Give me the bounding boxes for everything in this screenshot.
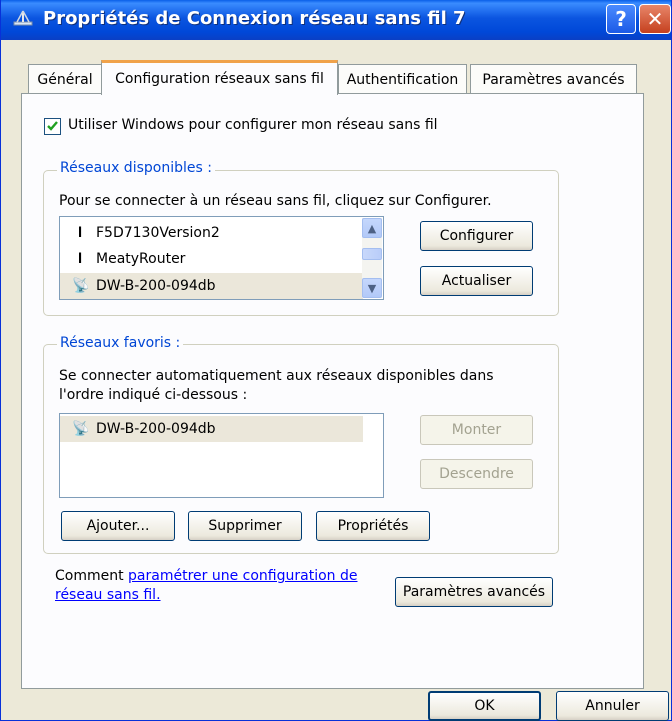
window-title: Propriétés de Connexion réseau sans fil …: [43, 8, 466, 29]
close-button[interactable]: ✕: [639, 4, 671, 34]
preferred-description-line2: l'ordre indiqué ci-dessous :: [59, 387, 248, 403]
list-item-selected[interactable]: 📡 DW-B-200-094db: [60, 273, 363, 299]
wireless-signal-icon: 📡: [72, 278, 90, 294]
ok-button[interactable]: OK: [428, 691, 541, 721]
title-bar[interactable]: Propriétés de Connexion réseau sans fil …: [1, 0, 671, 40]
help-link[interactable]: paramétrer une configuration de: [128, 568, 357, 584]
scrollbar-thumb[interactable]: [362, 248, 382, 260]
tab-authentication[interactable]: Authentification: [338, 64, 467, 94]
available-networks-description: Pour se connecter à un réseau sans fil, …: [59, 193, 492, 209]
advanced-settings-button[interactable]: Paramètres avancés: [395, 577, 553, 607]
move-down-button[interactable]: Descendre: [420, 459, 533, 489]
network-properties-button[interactable]: Propriétés: [316, 511, 430, 541]
move-up-button[interactable]: Monter: [420, 415, 533, 445]
help-button[interactable]: ?: [606, 4, 636, 34]
cancel-button[interactable]: Annuler: [556, 691, 669, 721]
scroll-up-button[interactable]: ▲: [362, 218, 382, 238]
use-windows-checkbox[interactable]: [44, 118, 61, 135]
network-name: F5D7130Version2: [96, 225, 220, 241]
tab-wireless-networks[interactable]: Configuration réseaux sans fil: [101, 60, 338, 95]
scrollbar[interactable]: ▲ ▼: [362, 218, 382, 298]
network-name: MeatyRouter: [96, 251, 186, 267]
list-item[interactable]: 𝚰 MeatyRouter: [60, 246, 363, 272]
available-networks-legend: Réseaux disponibles :: [57, 160, 215, 176]
available-networks-list[interactable]: 𝚰 F5D7130Version2 𝚰 MeatyRouter 📡 DW-B-2…: [59, 216, 384, 300]
properties-dialog: Propriétés de Connexion réseau sans fil …: [0, 0, 672, 721]
add-network-button[interactable]: Ajouter...: [61, 511, 175, 541]
network-name: DW-B-200-094db: [96, 278, 216, 294]
preferred-description-line1: Se connecter automatiquement aux réseaux…: [59, 368, 494, 384]
antenna-icon: 𝚰: [77, 251, 83, 267]
list-item[interactable]: 𝚰 F5D7130Version2: [60, 220, 363, 246]
refresh-button[interactable]: Actualiser: [420, 266, 533, 296]
remove-network-button[interactable]: Supprimer: [188, 511, 302, 541]
help-text-prefix: Comment: [55, 568, 129, 584]
help-link-continued[interactable]: réseau sans fil.: [55, 587, 161, 603]
preferred-networks-legend: Réseaux favoris :: [57, 335, 184, 351]
tab-advanced[interactable]: Paramètres avancés: [470, 64, 637, 94]
network-connection-icon: [13, 10, 33, 26]
tab-general[interactable]: Général: [28, 64, 102, 94]
wireless-signal-icon: 📡: [72, 421, 90, 437]
antenna-icon: 𝚰: [77, 225, 83, 241]
list-item-selected[interactable]: 📡 DW-B-200-094db: [60, 416, 363, 442]
checkmark-icon: [47, 121, 58, 131]
network-name: DW-B-200-094db: [96, 421, 216, 437]
scroll-down-button[interactable]: ▼: [362, 278, 382, 298]
help-text: Comment paramétrer une configuration de …: [55, 567, 357, 605]
preferred-networks-list[interactable]: 📡 DW-B-200-094db: [59, 413, 384, 498]
use-windows-label[interactable]: Utiliser Windows pour configurer mon rés…: [68, 117, 438, 133]
configure-button[interactable]: Configurer: [420, 221, 533, 251]
